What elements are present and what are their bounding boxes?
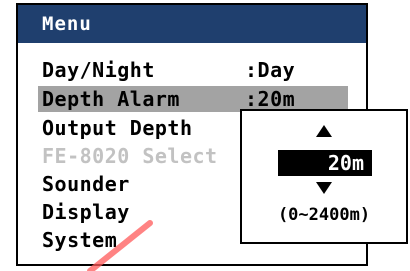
- depth-range-text: (0~2400m): [277, 205, 371, 225]
- menu-item-label: System: [42, 228, 118, 252]
- menu-item-value: :Day: [245, 58, 296, 82]
- arrow-up-icon[interactable]: [316, 125, 332, 137]
- depth-alarm-popup: 20m (0~2400m): [240, 109, 408, 244]
- menu-title: Menu: [42, 13, 92, 35]
- depth-alarm-value-field[interactable]: 20m: [278, 150, 372, 176]
- menu-item-label: Sounder: [42, 172, 130, 196]
- menu-item-label: FE-8020 Select: [42, 144, 218, 168]
- menu-item-label: Display: [42, 200, 130, 224]
- arrow-down-icon[interactable]: [316, 182, 332, 194]
- menu-title-bar: Menu: [18, 5, 366, 43]
- menu-item-label: Depth Alarm: [42, 87, 180, 111]
- menu-item-day-night[interactable]: Day/Night :Day: [38, 57, 358, 83]
- menu-item-label: Day/Night: [42, 58, 155, 82]
- menu-item-label: Output Depth: [42, 116, 193, 140]
